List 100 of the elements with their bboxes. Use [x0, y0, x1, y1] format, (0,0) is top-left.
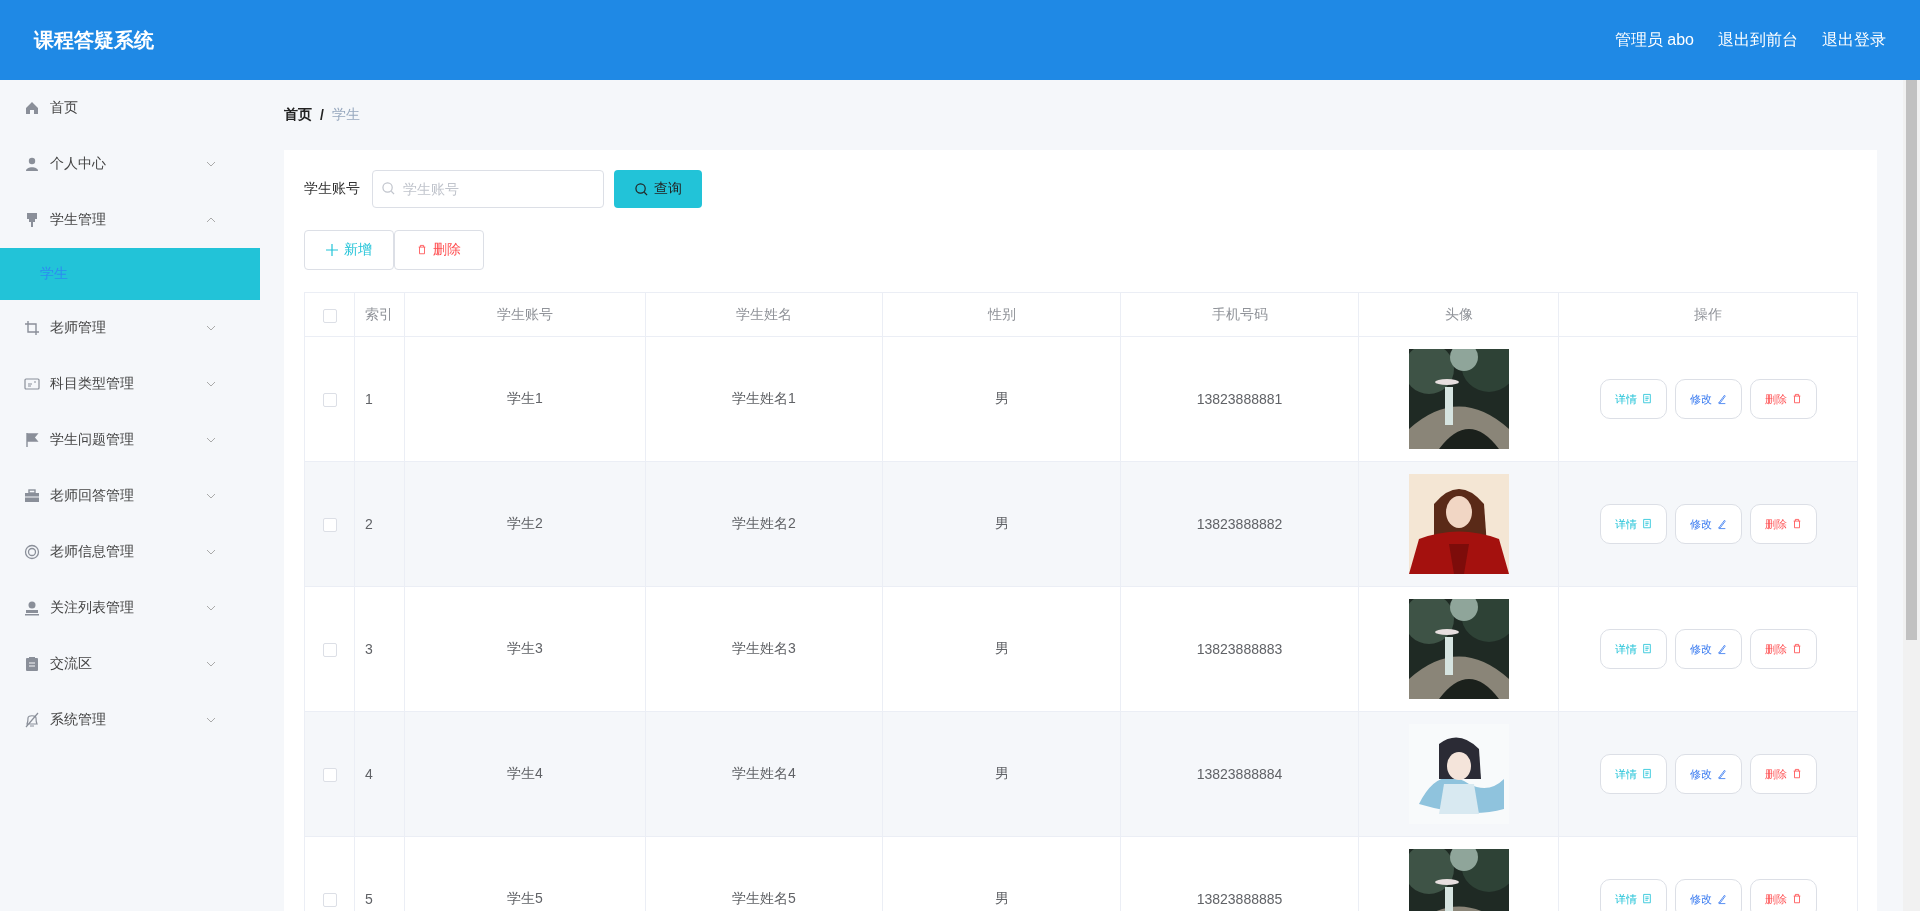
delete-button[interactable]: 删除: [394, 230, 484, 270]
column-header: 操作: [1558, 292, 1858, 337]
breadcrumb-separator: /: [320, 107, 324, 123]
trash-icon: [1791, 768, 1802, 780]
edit-button[interactable]: 修改: [1674, 879, 1742, 911]
table-cell: 男: [882, 586, 1121, 712]
chevron-down-icon: [206, 549, 216, 555]
chevron-down-icon: [206, 325, 216, 331]
column-header: 手机号码: [1120, 292, 1359, 337]
table-cell: 学生姓名3: [645, 586, 883, 712]
header-link[interactable]: 管理员 abo: [1614, 29, 1694, 51]
header-link[interactable]: 退出登录: [1822, 29, 1886, 51]
menu-icon: [24, 488, 40, 504]
chevron-down-icon: [206, 381, 216, 387]
menu-item[interactable]: 老师信息管理: [0, 524, 260, 580]
detail-button[interactable]: 详情: [1599, 504, 1667, 544]
search-button[interactable]: 查询: [614, 170, 702, 208]
menu-item[interactable]: 科目类型管理: [0, 356, 260, 412]
breadcrumb-current: 学生: [331, 106, 360, 124]
menu-item[interactable]: 个人中心: [0, 136, 260, 192]
pencil-icon: [1716, 643, 1727, 655]
table-cell: 13823888881: [1120, 336, 1359, 462]
edit-button[interactable]: 修改: [1674, 504, 1742, 544]
add-button[interactable]: 新增: [304, 230, 394, 270]
delete-button[interactable]: 删除: [1749, 504, 1817, 544]
document-icon: [1641, 768, 1652, 780]
chevron-down-icon: [206, 437, 216, 443]
checkbox[interactable]: [322, 393, 337, 408]
scrollbar[interactable]: [1903, 80, 1920, 911]
menu-item[interactable]: 首页: [0, 80, 260, 136]
column-header: 学生账号: [404, 292, 646, 337]
table-cell: 男: [882, 711, 1121, 837]
document-icon: [1641, 393, 1652, 405]
menu-icon: [24, 100, 40, 116]
edit-button[interactable]: 修改: [1674, 379, 1742, 419]
menu-item[interactable]: 老师管理: [0, 300, 260, 356]
checkbox[interactable]: [322, 768, 337, 783]
document-icon: [1641, 518, 1652, 530]
table-cell: 男: [882, 461, 1121, 587]
delete-button[interactable]: 删除: [1749, 379, 1817, 419]
menu-item[interactable]: 交流区: [0, 636, 260, 692]
table-cell: 学生姓名2: [645, 461, 883, 587]
table-cell: 13823888884: [1120, 711, 1359, 837]
detail-button[interactable]: 详情: [1599, 879, 1667, 911]
trash-icon: [1791, 893, 1802, 905]
table-cell: 13823888882: [1120, 461, 1359, 587]
column-header: 学生姓名: [645, 292, 883, 337]
table-cell: 学生1: [404, 336, 646, 462]
search-icon: [382, 182, 395, 195]
pencil-icon: [1716, 518, 1727, 530]
menu-item[interactable]: 学生问题管理: [0, 412, 260, 468]
checkbox[interactable]: [322, 518, 337, 533]
search-field[interactable]: 学生账号: [372, 170, 604, 208]
table-cell: 2: [354, 461, 405, 587]
edit-button[interactable]: 修改: [1674, 754, 1742, 794]
detail-button[interactable]: 详情: [1599, 379, 1667, 419]
delete-button[interactable]: 删除: [1749, 754, 1817, 794]
menu-icon: [24, 376, 40, 392]
checkbox[interactable]: [322, 643, 337, 658]
table-cell: 学生姓名4: [645, 711, 883, 837]
column-header: 性别: [882, 292, 1121, 337]
chevron-down-icon: [206, 605, 216, 611]
delete-button[interactable]: 删除: [1749, 629, 1817, 669]
menu-icon: [24, 712, 40, 728]
table-cell: 3: [354, 586, 405, 712]
edit-button[interactable]: 修改: [1674, 629, 1742, 669]
scrollbar-thumb[interactable]: [1906, 80, 1917, 640]
search-icon: [634, 182, 648, 196]
checkbox[interactable]: [322, 308, 337, 323]
search-label: 学生账号: [304, 180, 360, 198]
table-cell: 4: [354, 711, 405, 837]
table-cell: 学生2: [404, 461, 646, 587]
menu-item[interactable]: 老师回答管理: [0, 468, 260, 524]
header-link[interactable]: 退出到前台: [1718, 29, 1798, 51]
trash-icon: [1791, 518, 1802, 530]
pencil-icon: [1716, 893, 1727, 905]
chevron-down-icon: [206, 493, 216, 499]
menu-icon: [24, 320, 40, 336]
detail-button[interactable]: 详情: [1599, 754, 1667, 794]
table-cell: 1: [354, 336, 405, 462]
chevron-down-icon: [206, 661, 216, 667]
chevron-down-icon: [206, 717, 216, 723]
document-icon: [1641, 643, 1652, 655]
menu-item[interactable]: 系统管理: [0, 692, 260, 748]
menu-icon: [24, 656, 40, 672]
document-icon: [1641, 893, 1652, 905]
menu-item[interactable]: 学生管理: [0, 192, 260, 248]
checkbox[interactable]: [322, 893, 337, 908]
table-cell: 13823888883: [1120, 586, 1359, 712]
breadcrumb-link[interactable]: 首页: [284, 106, 312, 124]
delete-button[interactable]: 删除: [1749, 879, 1817, 911]
pencil-icon: [1716, 768, 1727, 780]
menu-icon: [24, 156, 40, 172]
menu-item[interactable]: 关注列表管理: [0, 580, 260, 636]
table-cell: 学生姓名1: [645, 336, 883, 462]
table-cell: 男: [882, 336, 1121, 462]
chevron-down-icon: [206, 161, 216, 167]
detail-button[interactable]: 详情: [1599, 629, 1667, 669]
trash-icon: [417, 244, 427, 256]
trash-icon: [1791, 393, 1802, 405]
